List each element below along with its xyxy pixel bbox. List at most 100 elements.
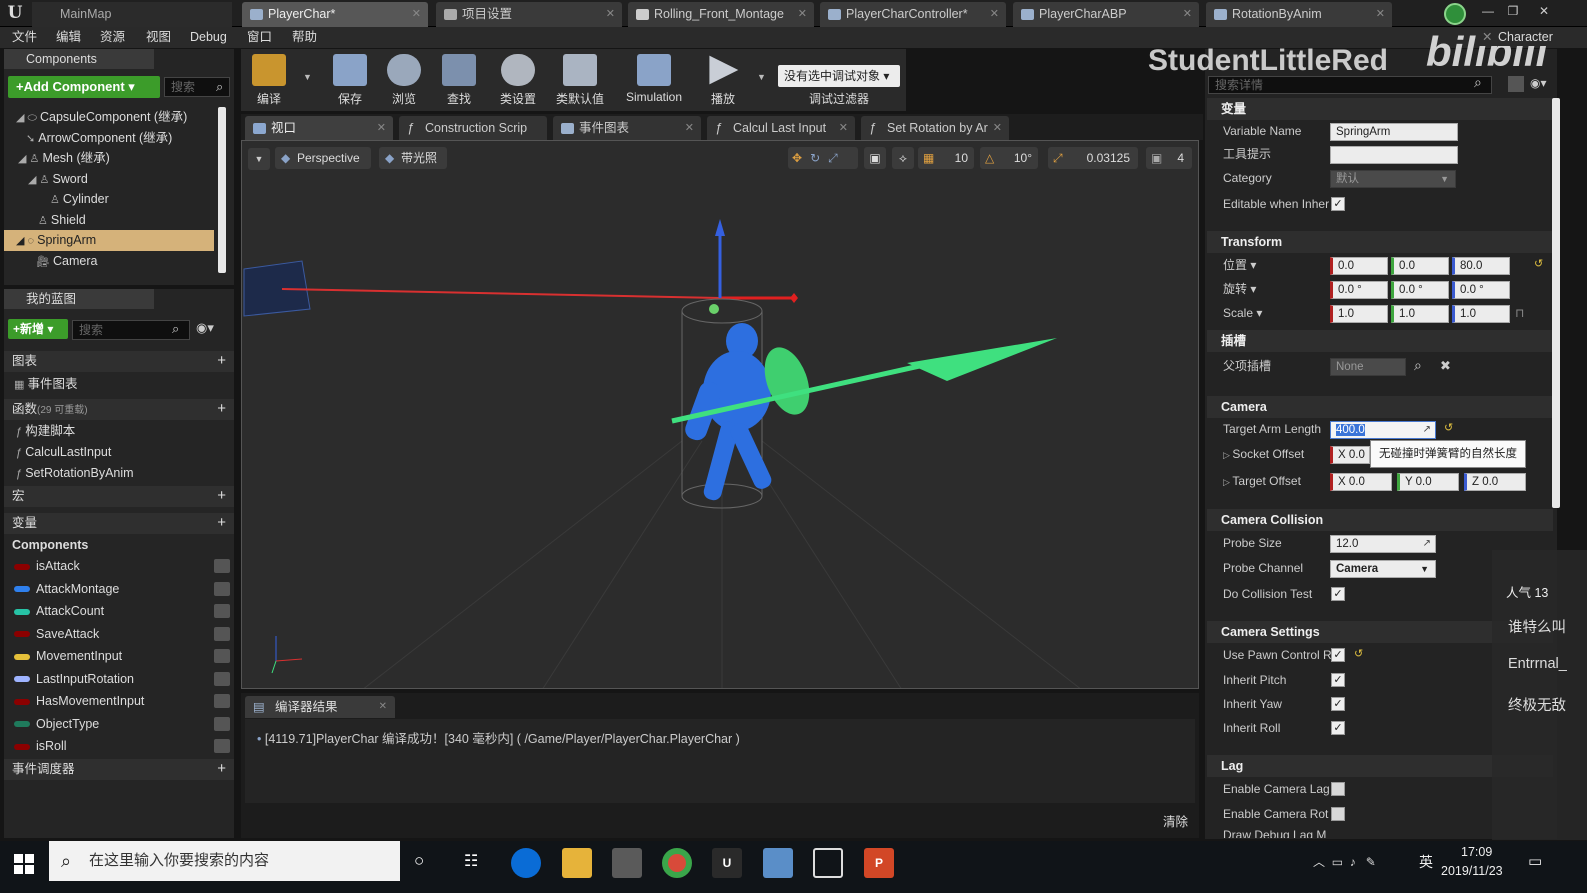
target-offset-y-input[interactable]: Y 0.0 xyxy=(1397,473,1459,491)
variable-item[interactable]: HasMovementInput xyxy=(14,690,230,713)
rotate-icon[interactable]: ↻ xyxy=(802,151,820,165)
close-icon[interactable]: ✕ xyxy=(379,696,387,718)
chevron-down-icon[interactable]: ▼ xyxy=(757,72,766,82)
add-icon[interactable]: + xyxy=(217,486,226,507)
variables-section[interactable]: 变量 + xyxy=(4,513,234,534)
enable-rotation-lag-checkbox[interactable]: ✓ xyxy=(1331,807,1345,821)
location-y-input[interactable]: 0.0 xyxy=(1391,257,1449,275)
close-icon[interactable]: ✕ xyxy=(1376,2,1385,27)
tree-item[interactable]: ➘ ArrowComponent (继承) xyxy=(4,128,214,149)
tab-calcul-last-input[interactable]: ƒ Calcul Last Input ✕ xyxy=(707,116,855,141)
reset-icon[interactable]: ↺ xyxy=(1354,647,1363,660)
editable-checkbox[interactable]: ✓ xyxy=(1331,197,1345,211)
rotation-label[interactable]: 旋转 ▾ xyxy=(1223,278,1256,300)
add-icon[interactable]: + xyxy=(217,351,226,372)
play-button[interactable]: 播放 xyxy=(698,52,748,108)
tab-project-settings[interactable]: 项目设置 ✕ xyxy=(436,2,622,27)
reset-icon[interactable]: ↺ xyxy=(1534,257,1543,270)
cortana-icon[interactable]: ○ xyxy=(414,851,424,871)
class-settings-button[interactable]: 类设置 xyxy=(493,52,543,108)
tree-item[interactable]: 🎥︎ Camera xyxy=(4,251,214,272)
close-icon[interactable]: ✕ xyxy=(1482,28,1492,46)
close-icon[interactable]: ✕ xyxy=(993,116,1002,141)
minimize-icon[interactable]: — xyxy=(1477,2,1499,20)
taskbar-search-input[interactable]: ⌕ 在这里输入你要搜索的内容 xyxy=(49,841,400,881)
close-icon[interactable]: ✕ xyxy=(990,2,999,27)
surface-snap-button[interactable]: ⟡ xyxy=(892,147,914,169)
close-icon[interactable]: ✕ xyxy=(377,116,386,141)
tree-item[interactable]: ◢ ♙ Sword xyxy=(4,169,214,190)
viewport-options-button[interactable]: ▼ xyxy=(248,148,270,170)
variable-category[interactable]: 变量 xyxy=(1207,98,1553,120)
details-scrollbar[interactable] xyxy=(1552,98,1560,508)
variable-item[interactable]: isRoll xyxy=(14,735,230,758)
scale-z-input[interactable]: 1.0 xyxy=(1452,305,1510,323)
variable-item[interactable]: isAttack xyxy=(14,555,230,578)
add-component-button[interactable]: +Add Component ▾ xyxy=(8,76,160,98)
new-button[interactable]: +新增 ▾ xyxy=(8,319,68,339)
probe-size-input[interactable]: 12.0 ↗ xyxy=(1330,535,1436,553)
add-icon[interactable]: + xyxy=(217,399,226,420)
tree-item[interactable]: ◢ ⬭ CapsuleComponent (继承) xyxy=(4,107,214,128)
variable-name-input[interactable]: SpringArm xyxy=(1330,123,1458,141)
notification-icon[interactable]: ▭ xyxy=(1528,852,1542,870)
variable-item[interactable]: AttackCount xyxy=(14,600,230,623)
menu-debug[interactable]: Debug xyxy=(190,27,227,48)
viewport[interactable]: ▼ ◆ Perspective ◆ 带光照 ✥ ↻ ⤢ ▣ ⟡ ▦ 10 △ 10° ⤢ 0.… xyxy=(241,140,1199,689)
function-item[interactable]: ƒ 构建脚本 xyxy=(16,421,75,442)
visibility-eye-icon[interactable] xyxy=(214,559,230,573)
chrome-icon[interactable] xyxy=(662,848,692,878)
function-item[interactable]: ƒ CalculLastInput xyxy=(16,442,111,463)
store-icon[interactable] xyxy=(612,848,642,878)
variable-item[interactable]: ObjectType xyxy=(14,713,230,736)
visibility-eye-icon[interactable] xyxy=(214,739,230,753)
function-item[interactable]: ƒ SetRotationByAnim xyxy=(16,463,134,484)
close-window-icon[interactable]: ✕ xyxy=(1533,2,1555,20)
visibility-eye-icon[interactable] xyxy=(214,671,230,686)
location-z-input[interactable]: 80.0 xyxy=(1452,257,1510,275)
menu-window[interactable]: 窗口 xyxy=(247,27,272,48)
tree-item-selected[interactable]: ◢ ◌ SpringArm xyxy=(4,230,214,251)
source-control-icon[interactable] xyxy=(1444,3,1466,25)
tree-item[interactable]: ◢ ♙ Mesh (继承) xyxy=(4,148,214,169)
scale-y-input[interactable]: 1.0 xyxy=(1391,305,1449,323)
variable-item[interactable]: AttackMontage xyxy=(14,578,230,601)
close-icon[interactable]: ✕ xyxy=(798,2,807,27)
menu-help[interactable]: 帮助 xyxy=(292,27,317,48)
file-explorer-icon[interactable] xyxy=(562,848,592,878)
scale-snap-button[interactable]: ⤢ 0.03125 xyxy=(1048,147,1138,169)
target-arm-length-input[interactable]: 400.0 ↗ xyxy=(1330,421,1436,439)
components-category[interactable]: Components xyxy=(12,535,88,556)
class-defaults-button[interactable]: 类默认值 xyxy=(552,52,608,108)
level-tab[interactable]: MainMap xyxy=(32,2,232,27)
task-view-icon[interactable]: ☷ xyxy=(464,851,478,871)
close-icon[interactable]: ✕ xyxy=(412,2,421,27)
tree-item[interactable]: ♙ Shield xyxy=(4,210,214,231)
search-icon[interactable]: ⌕ xyxy=(1414,357,1422,374)
probe-channel-select[interactable]: Camera ▼ xyxy=(1330,560,1436,578)
compiler-results-tab[interactable]: ▤ 编译器结果 ✕ xyxy=(245,696,395,718)
app-icon[interactable] xyxy=(763,848,793,878)
save-button[interactable]: 保存 xyxy=(327,52,373,108)
functions-section[interactable]: 函数(29 可重载) + xyxy=(4,399,234,420)
camera-speed-button[interactable]: ▣ 4 xyxy=(1146,147,1192,169)
inherit-yaw-checkbox[interactable]: ✓ xyxy=(1331,697,1345,711)
add-icon[interactable]: + xyxy=(217,513,226,534)
visibility-eye-icon[interactable] xyxy=(214,716,230,731)
tab-rotation-by-anim[interactable]: RotationByAnim ✕ xyxy=(1206,2,1392,27)
close-icon[interactable]: ✕ xyxy=(606,2,615,27)
debug-object-select[interactable]: 没有选中调试对象 ▾ xyxy=(778,65,900,87)
tab-event-graph[interactable]: 事件图表 ✕ xyxy=(553,116,701,141)
camera-category[interactable]: Camera xyxy=(1207,396,1553,418)
lock-icon[interactable]: ⊓ xyxy=(1515,306,1524,320)
grid-snap-button[interactable]: ▦ 10 xyxy=(918,147,974,169)
pen-icon[interactable]: ✎ xyxy=(1366,855,1376,869)
visibility-eye-icon[interactable] xyxy=(214,694,230,708)
tab-viewport[interactable]: 视口 ✕ xyxy=(245,116,393,141)
scale-icon[interactable]: ⤢ xyxy=(820,151,838,165)
use-pawn-control-checkbox[interactable]: ✓ xyxy=(1331,648,1345,662)
tab-playerchar[interactable]: PlayerChar* ✕ xyxy=(242,2,428,27)
eye-icon[interactable]: ◉▾ xyxy=(1530,76,1547,90)
socket-category[interactable]: 插槽 xyxy=(1207,330,1553,352)
camera-collision-category[interactable]: Camera Collision xyxy=(1207,509,1553,531)
